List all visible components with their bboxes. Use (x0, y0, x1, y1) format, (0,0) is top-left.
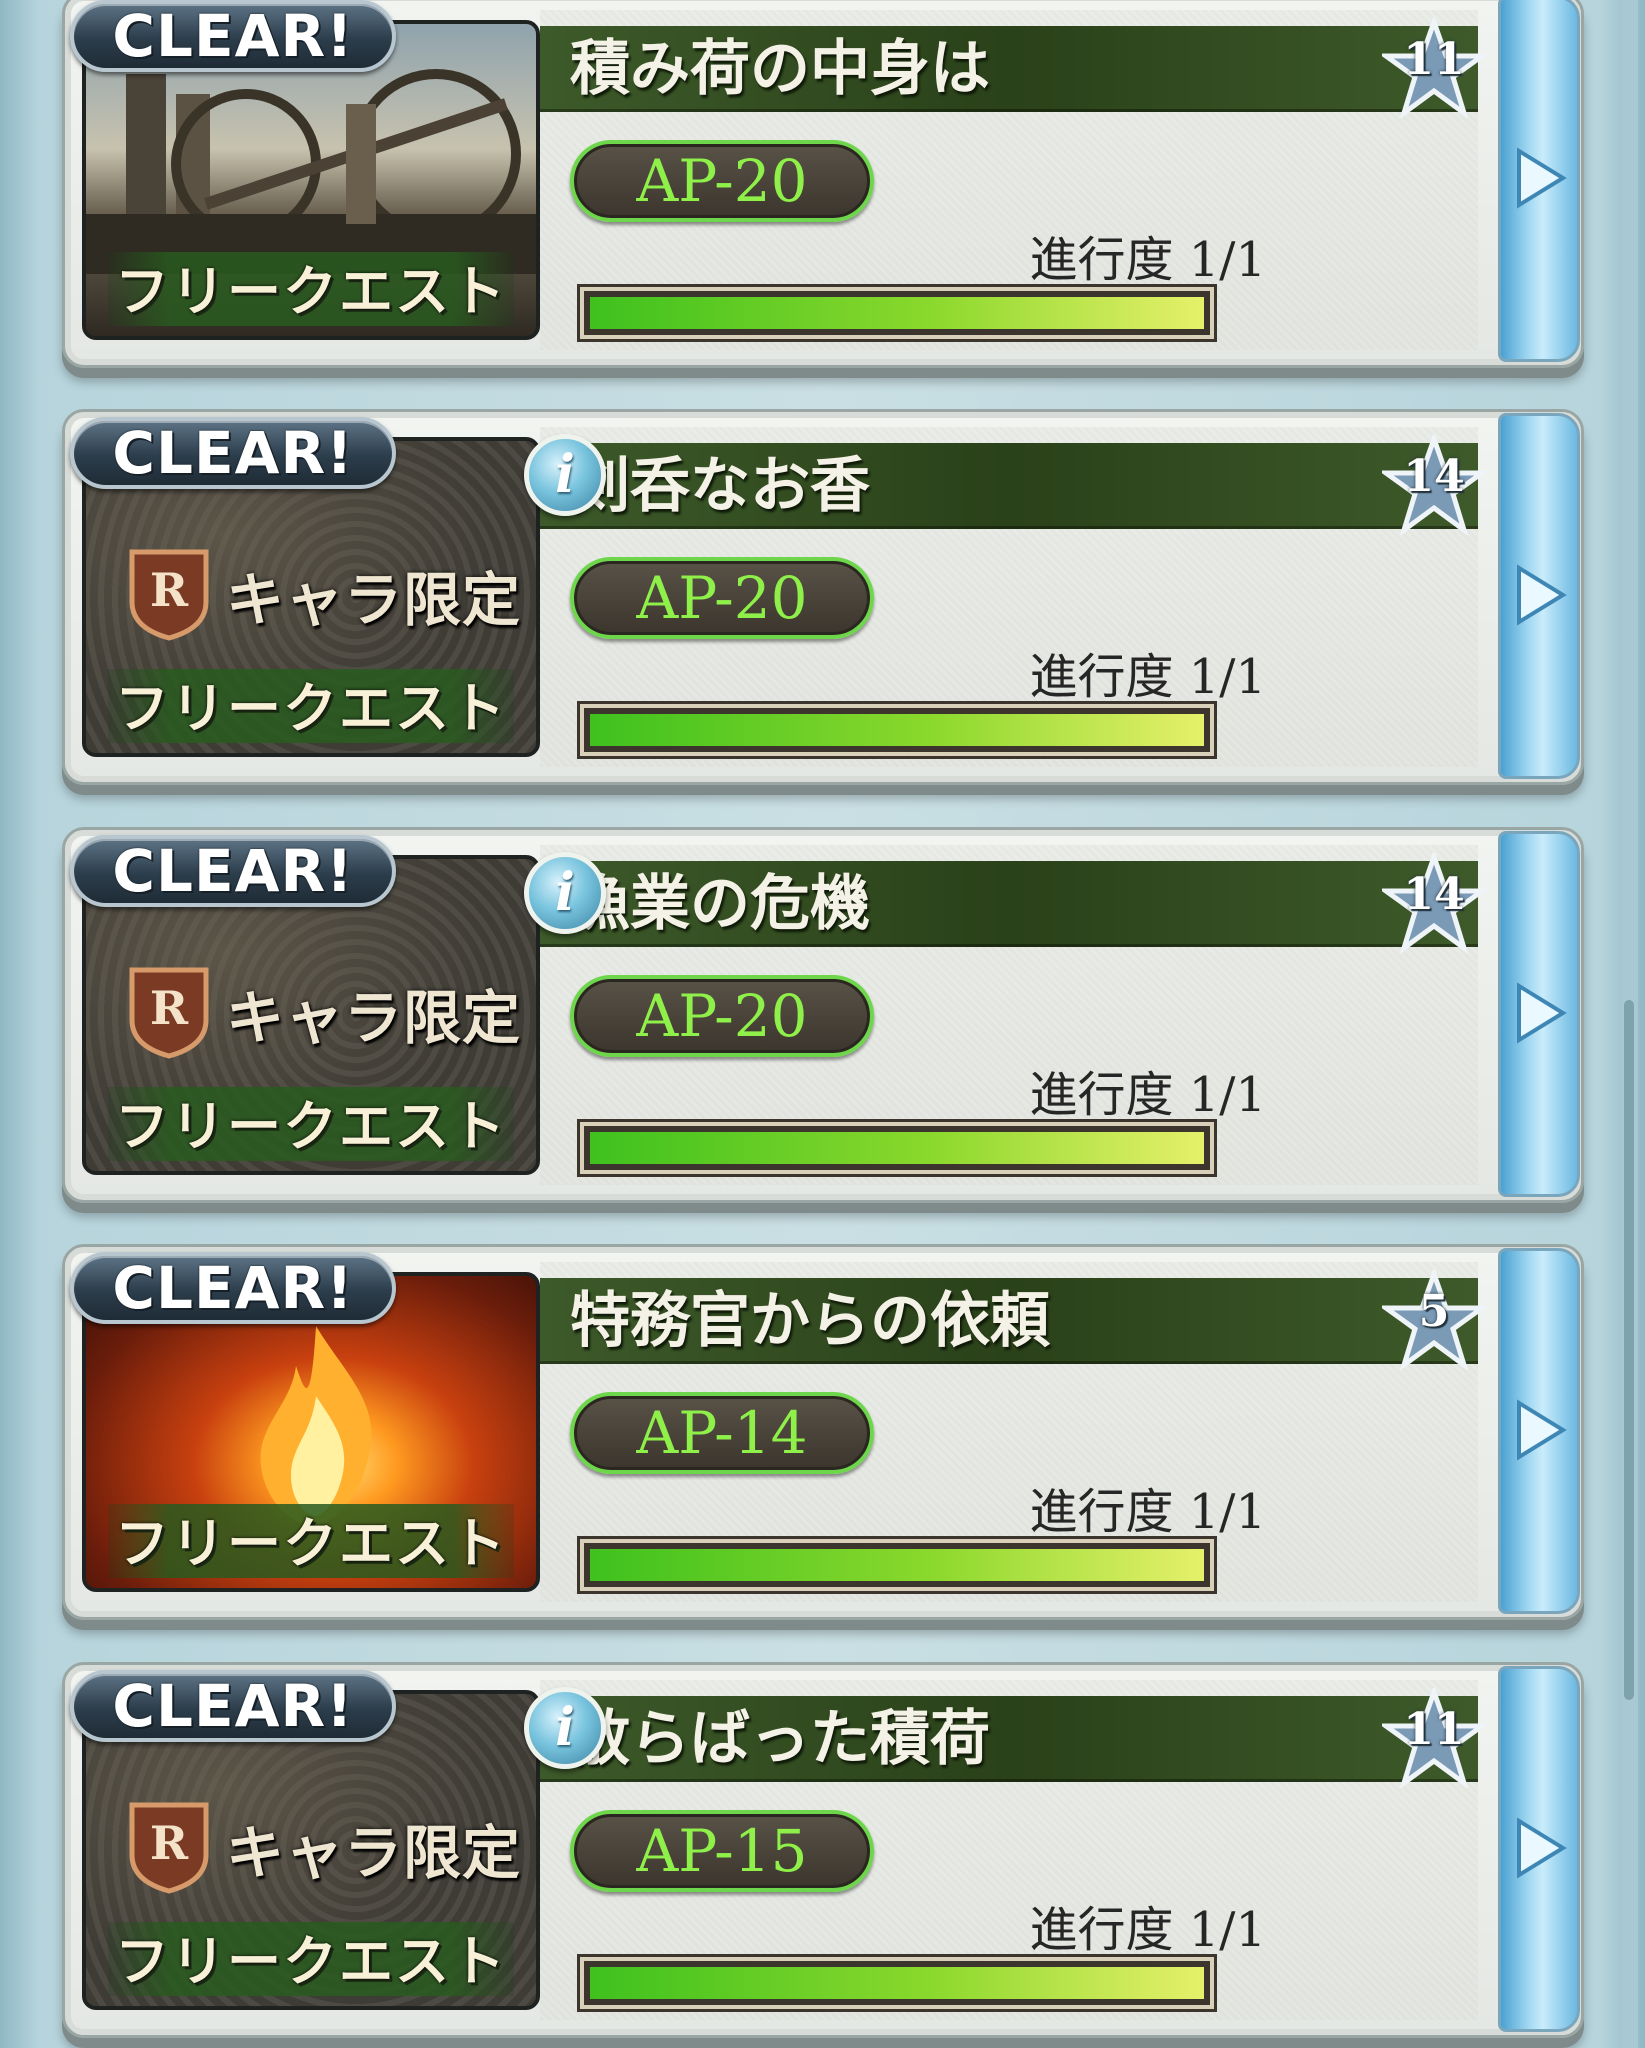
ap-cost: AP-20 (636, 564, 808, 632)
progress-bar (580, 1539, 1214, 1591)
free-quest-label: フリークエスト (115, 677, 507, 740)
scrollbar-thumb[interactable] (1624, 1000, 1634, 1700)
quest-title-bar: 特務官からの依頼 (540, 1278, 1478, 1364)
ap-cost-badge: AP-20 (570, 140, 874, 222)
free-quest-label: フリークエスト (115, 260, 507, 323)
info-icon: i (555, 862, 575, 923)
play-arrow-icon (1517, 564, 1567, 626)
character-limited-label: キャラ限定 (226, 566, 522, 634)
progress-bar-fill (590, 1549, 1204, 1581)
play-arrow-icon (1517, 147, 1567, 209)
difficulty-star-icon: 5 (1378, 1266, 1490, 1372)
clear-label: CLEAR! (112, 1254, 354, 1322)
quest-title: 積み荷の中身は (570, 34, 990, 104)
quest-title-bar: 散らばった積荷 (540, 1696, 1478, 1782)
quest-row[interactable]: フリークエスト CLEAR! 特務官からの依頼 5 AP-14 進行度 1/1 (62, 1244, 1584, 1620)
quest-title: 散らばった積荷 (570, 1704, 990, 1774)
clear-label: CLEAR! (112, 837, 354, 905)
free-quest-label: フリークエスト (115, 1095, 507, 1158)
rank-r-emblem-icon: R (129, 549, 209, 641)
ap-cost: AP-15 (636, 1817, 808, 1885)
quest-title-bar: 漁業の危機 (540, 861, 1478, 947)
quest-title: 剣呑なお香 (570, 451, 870, 521)
character-limited-label: キャラ限定 (226, 984, 522, 1052)
clear-badge: CLEAR! (70, 1670, 396, 1742)
info-button[interactable]: i (524, 434, 606, 516)
svg-text:R: R (150, 563, 189, 617)
quest-title-bar: 剣呑なお香 (540, 443, 1478, 529)
difficulty-value: 11 (1403, 1704, 1465, 1755)
ap-cost-badge: AP-20 (570, 975, 874, 1057)
quest-row[interactable]: フリークエスト CLEAR! 積み荷の中身は 11 AP-20 進行度 1/1 (62, 0, 1584, 368)
svg-text:R: R (150, 981, 189, 1035)
play-arrow-icon (1517, 1399, 1567, 1461)
progress-bar-fill (590, 714, 1204, 746)
difficulty-star-icon: 11 (1378, 14, 1490, 120)
ap-cost-badge: AP-14 (570, 1392, 874, 1474)
start-quest-button[interactable] (1498, 413, 1580, 779)
progress-label: 進行度 1/1 (1029, 1902, 1266, 1958)
free-quest-label: フリークエスト (115, 1512, 507, 1575)
difficulty-star-icon: 14 (1378, 849, 1490, 955)
difficulty-star-icon: 11 (1378, 1684, 1490, 1790)
play-arrow-icon (1517, 982, 1567, 1044)
difficulty-value: 5 (1418, 1286, 1450, 1337)
progress-bar-fill (590, 297, 1204, 329)
difficulty-value: 14 (1403, 869, 1465, 920)
clear-badge: CLEAR! (70, 1252, 396, 1324)
info-icon: i (555, 444, 575, 505)
info-button[interactable]: i (524, 852, 606, 934)
character-limited-label: キャラ限定 (226, 1819, 522, 1887)
svg-text:R: R (150, 1816, 189, 1870)
rank-r-emblem-icon: R (129, 967, 209, 1059)
clear-badge: CLEAR! (70, 417, 396, 489)
progress-bar (580, 1122, 1214, 1174)
quest-row[interactable]: R キャラ限定 フリークエスト CLEAR! i 剣呑なお香 14 AP-20 … (62, 409, 1584, 785)
ap-cost: AP-20 (636, 982, 808, 1050)
quest-title: 漁業の危機 (570, 869, 870, 939)
progress-bar (580, 704, 1214, 756)
start-quest-button[interactable] (1498, 0, 1580, 362)
ap-cost: AP-20 (636, 147, 808, 215)
progress-label: 進行度 1/1 (1029, 232, 1266, 288)
quest-title-bar: 積み荷の中身は (540, 26, 1478, 112)
clear-badge: CLEAR! (70, 0, 396, 72)
progress-bar (580, 287, 1214, 339)
progress-bar (580, 1957, 1214, 2009)
progress-bar-fill (590, 1132, 1204, 1164)
ap-cost-badge: AP-20 (570, 557, 874, 639)
progress-label: 進行度 1/1 (1029, 1067, 1266, 1123)
clear-label: CLEAR! (112, 1672, 354, 1740)
scrollbar[interactable] (1622, 0, 1638, 2048)
progress-label: 進行度 1/1 (1029, 1484, 1266, 1540)
play-arrow-icon (1517, 1817, 1567, 1879)
start-quest-button[interactable] (1498, 1248, 1580, 1614)
start-quest-button[interactable] (1498, 1666, 1580, 2032)
difficulty-star-icon: 14 (1378, 431, 1490, 537)
quest-list: フリークエスト CLEAR! 積み荷の中身は 11 AP-20 進行度 1/1 (0, 0, 1645, 2048)
clear-badge: CLEAR! (70, 835, 396, 907)
quest-row[interactable]: R キャラ限定 フリークエスト CLEAR! i 散らばった積荷 11 AP-1… (62, 1662, 1584, 2038)
free-quest-label: フリークエスト (115, 1930, 507, 1993)
info-button[interactable]: i (524, 1687, 606, 1769)
ap-cost: AP-14 (636, 1399, 808, 1467)
quest-row[interactable]: R キャラ限定 フリークエスト CLEAR! i 漁業の危機 14 AP-20 … (62, 827, 1584, 1203)
rank-r-emblem-icon: R (129, 1802, 209, 1894)
info-icon: i (555, 1697, 575, 1758)
clear-label: CLEAR! (112, 419, 354, 487)
clear-label: CLEAR! (112, 2, 354, 70)
difficulty-value: 14 (1403, 451, 1465, 502)
machinery-illustration (86, 69, 536, 274)
quest-title: 特務官からの依頼 (570, 1286, 1050, 1356)
difficulty-value: 11 (1403, 34, 1465, 85)
progress-bar-fill (590, 1967, 1204, 1999)
start-quest-button[interactable] (1498, 831, 1580, 1197)
ap-cost-badge: AP-15 (570, 1810, 874, 1892)
progress-label: 進行度 1/1 (1029, 649, 1266, 705)
